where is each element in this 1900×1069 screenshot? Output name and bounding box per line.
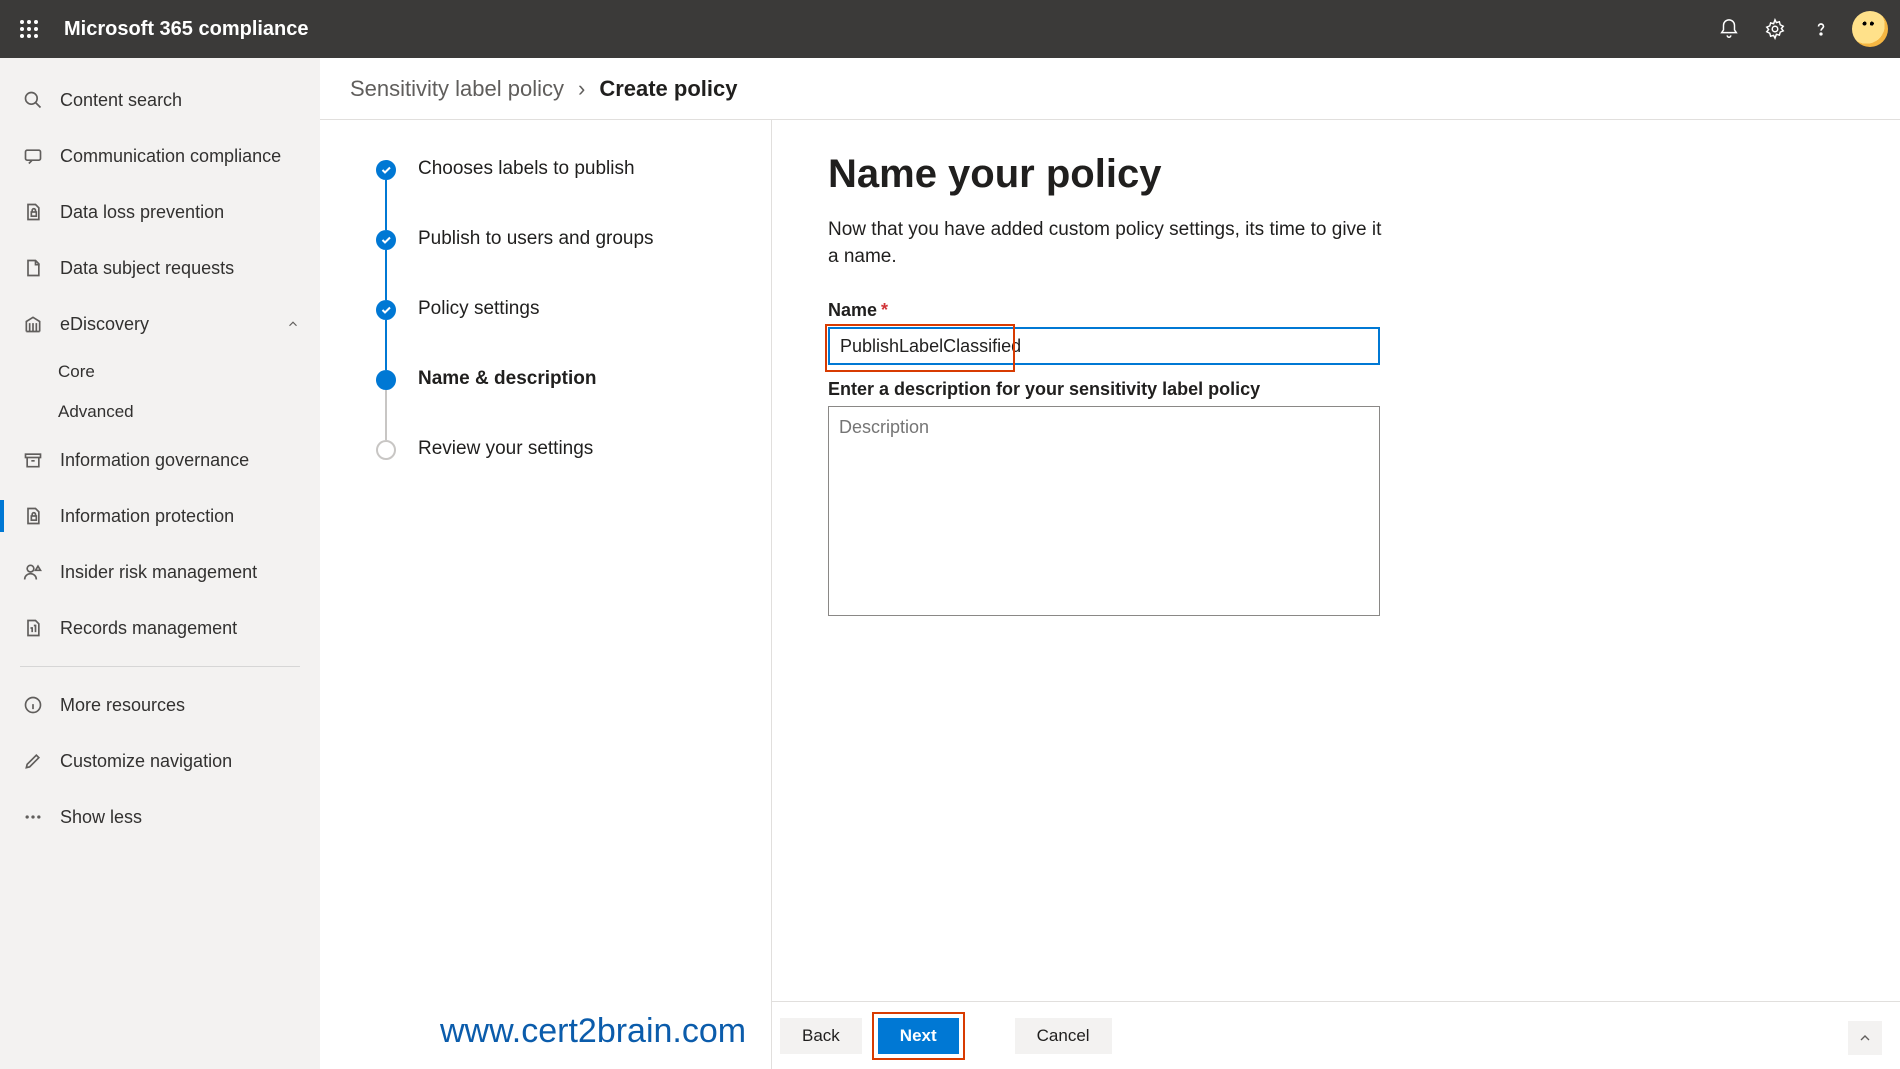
step-label: Review your settings [418, 438, 593, 460]
nav-label: Data loss prevention [60, 202, 224, 223]
panel-description: Now that you have added custom policy se… [828, 217, 1388, 270]
nav-label: Data subject requests [60, 258, 234, 279]
nav-label: Information protection [60, 506, 234, 527]
nav-label: Advanced [58, 402, 134, 422]
search-icon [20, 87, 46, 113]
step-pending-icon [376, 440, 396, 460]
nav-show-less[interactable]: Show less [0, 789, 320, 845]
nav-information-protection[interactable]: Information protection [0, 488, 320, 544]
form-panel: Name your policy Now that you have added… [772, 120, 1900, 1069]
notifications-icon[interactable] [1706, 6, 1752, 52]
step-label: Publish to users and groups [418, 228, 654, 298]
nav-communication-compliance[interactable]: Communication compliance [0, 128, 320, 184]
step-label: Chooses labels to publish [418, 158, 635, 228]
step-name-description[interactable]: Name & description [376, 368, 741, 438]
step-choose-labels[interactable]: Chooses labels to publish [376, 158, 741, 228]
shield-file-icon [20, 503, 46, 529]
user-avatar[interactable] [1852, 11, 1888, 47]
nav-label: Customize navigation [60, 751, 232, 772]
person-alert-icon [20, 559, 46, 585]
nav-information-governance[interactable]: Information governance [0, 432, 320, 488]
back-button[interactable]: Back [780, 1018, 862, 1054]
cancel-button[interactable]: Cancel [1015, 1018, 1112, 1054]
step-label: Policy settings [418, 298, 539, 368]
nav-label: Show less [60, 807, 142, 828]
app-title: Microsoft 365 compliance [64, 18, 309, 41]
chevron-up-icon [286, 317, 300, 331]
required-indicator: * [881, 300, 888, 320]
nav-label: Records management [60, 618, 237, 639]
nav-data-subject-requests[interactable]: Data subject requests [0, 240, 320, 296]
breadcrumb-parent[interactable]: Sensitivity label policy [350, 76, 564, 102]
nav-label: Content search [60, 90, 182, 111]
nav-ediscovery-advanced[interactable]: Advanced [0, 392, 320, 432]
top-header: Microsoft 365 compliance [0, 0, 1900, 58]
lock-file-icon [20, 199, 46, 225]
nav-label: eDiscovery [60, 314, 149, 335]
nav-label: Information governance [60, 450, 249, 471]
step-policy-settings[interactable]: Policy settings [376, 298, 741, 368]
panel-heading: Name your policy [828, 152, 1840, 197]
policy-description-input[interactable] [828, 406, 1380, 616]
step-label: Name & description [418, 368, 596, 438]
records-icon [20, 615, 46, 641]
document-icon [20, 255, 46, 281]
name-field-label: Name* [828, 300, 1840, 321]
nav-label: Insider risk management [60, 562, 257, 583]
scroll-top-button[interactable] [1848, 1021, 1882, 1055]
step-publish-users[interactable]: Publish to users and groups [376, 228, 741, 298]
nav-content-search[interactable]: Content search [0, 72, 320, 128]
nav-records-management[interactable]: Records management [0, 600, 320, 656]
archive-icon [20, 447, 46, 473]
step-current-icon [376, 370, 396, 390]
left-nav: Content search Communication compliance … [0, 58, 320, 1069]
step-check-icon [376, 230, 396, 250]
step-check-icon [376, 300, 396, 320]
next-button[interactable]: Next [878, 1018, 959, 1054]
breadcrumb: Sensitivity label policy › Create policy [320, 58, 1900, 120]
info-icon [20, 692, 46, 718]
nav-ediscovery-core[interactable]: Core [0, 352, 320, 392]
nav-more-resources[interactable]: More resources [0, 677, 320, 733]
main-content: Sensitivity label policy › Create policy… [320, 58, 1900, 1069]
help-icon[interactable] [1798, 6, 1844, 52]
breadcrumb-current: Create policy [599, 76, 737, 102]
nav-insider-risk[interactable]: Insider risk management [0, 544, 320, 600]
nav-label: Core [58, 362, 95, 382]
description-field-label: Enter a description for your sensitivity… [828, 379, 1840, 400]
nav-divider [20, 666, 300, 667]
breadcrumb-separator: › [578, 76, 585, 102]
step-review[interactable]: Review your settings [376, 438, 741, 460]
nav-customize-navigation[interactable]: Customize navigation [0, 733, 320, 789]
wizard-footer: Back Next Cancel [772, 1001, 1900, 1069]
chat-icon [20, 143, 46, 169]
more-icon [20, 804, 46, 830]
app-launcher-icon[interactable] [12, 12, 46, 46]
settings-icon[interactable] [1752, 6, 1798, 52]
nav-label: More resources [60, 695, 185, 716]
nav-ediscovery[interactable]: eDiscovery [0, 296, 320, 352]
policy-name-input[interactable] [828, 327, 1380, 365]
edit-icon [20, 748, 46, 774]
nav-label: Communication compliance [60, 146, 281, 167]
library-icon [20, 311, 46, 337]
nav-data-loss-prevention[interactable]: Data loss prevention [0, 184, 320, 240]
step-check-icon [376, 160, 396, 180]
wizard-steps: Chooses labels to publish Publish to use… [320, 120, 772, 1069]
